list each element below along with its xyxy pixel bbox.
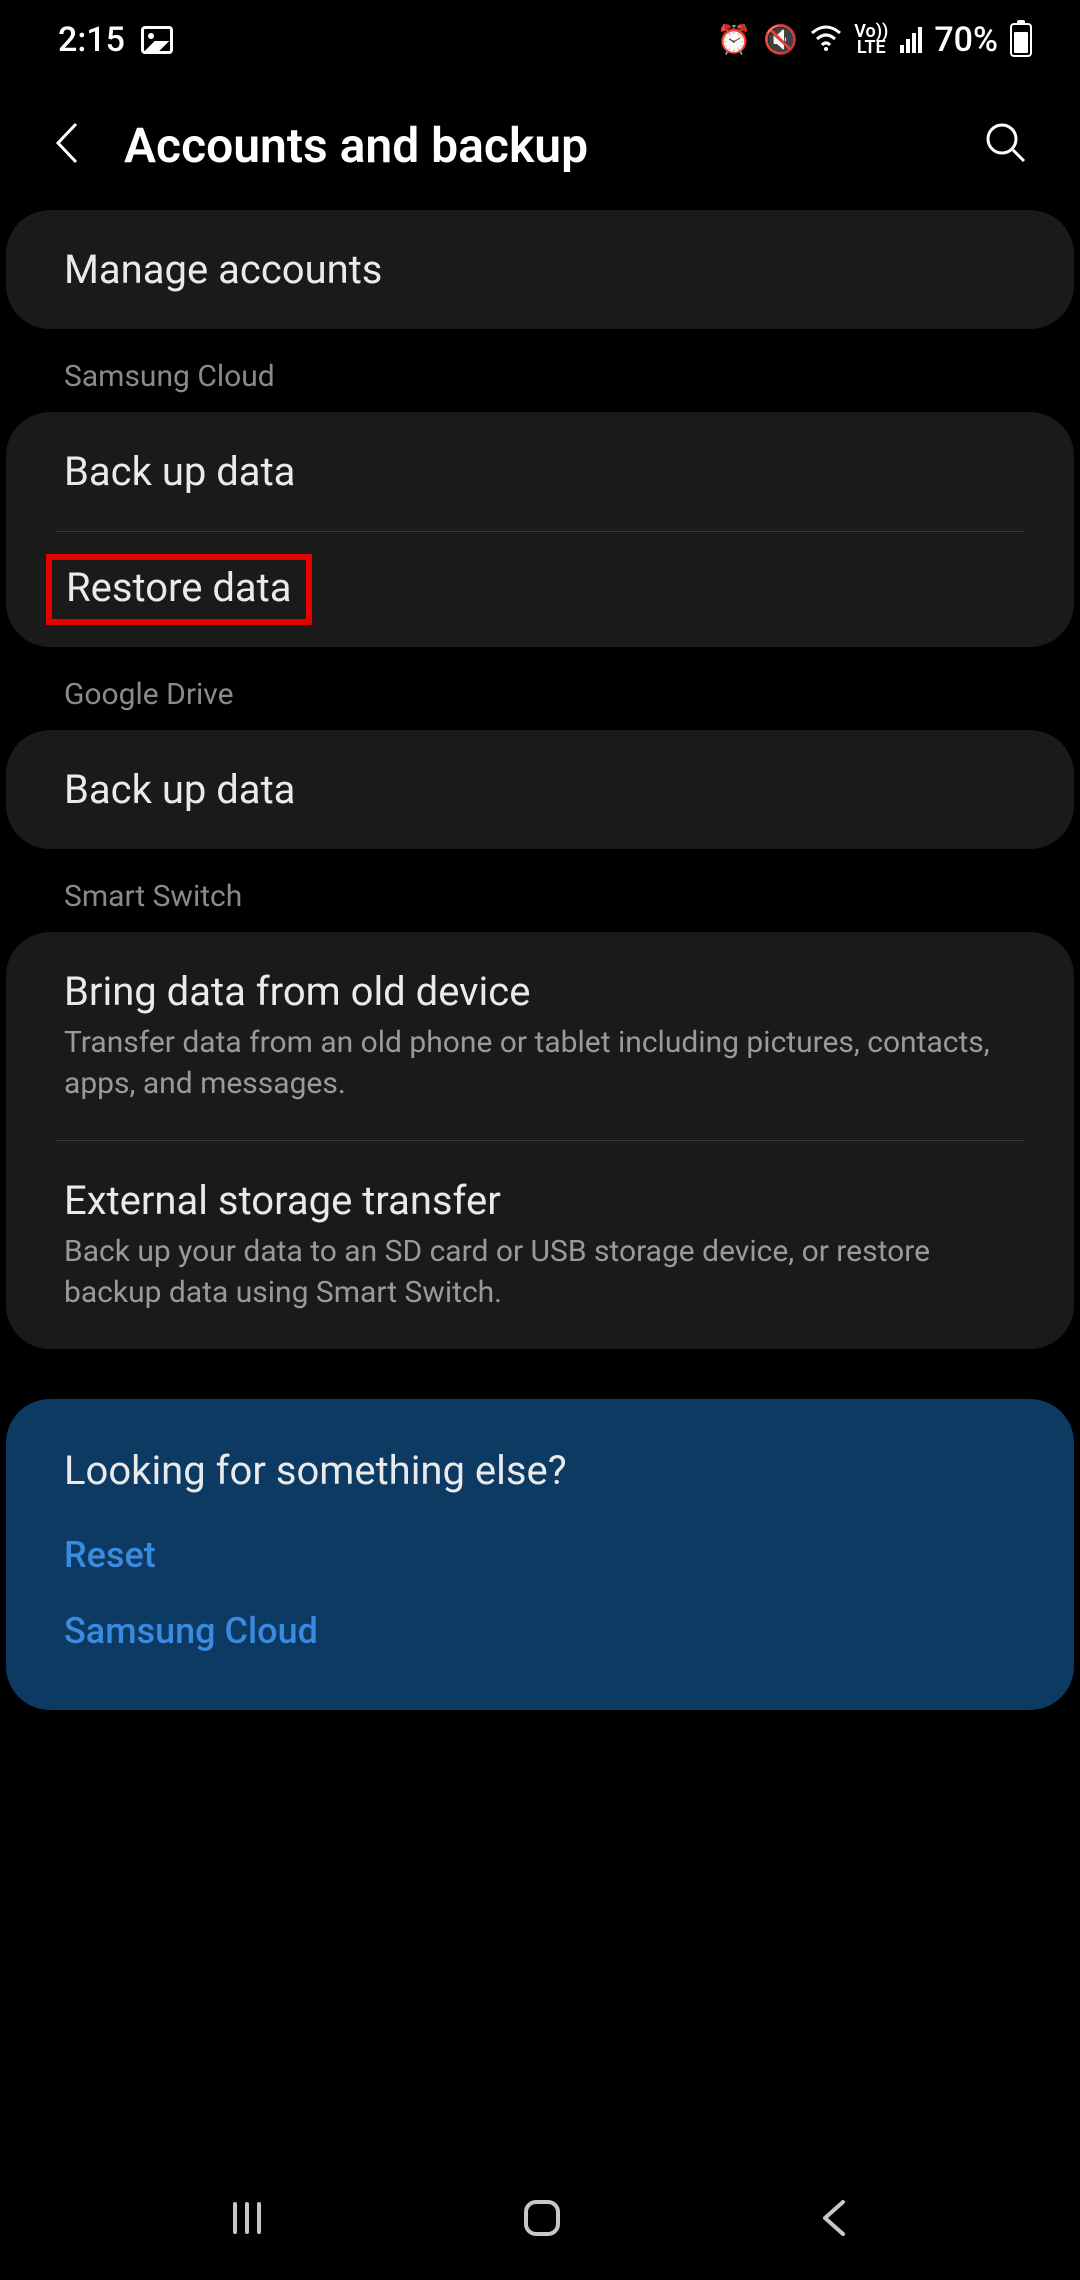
- back-icon[interactable]: [50, 118, 84, 172]
- clock: 2:15: [58, 20, 125, 60]
- samsung-cloud-section-label: Samsung Cloud: [6, 329, 1074, 412]
- alarm-icon: ⏰: [716, 26, 751, 54]
- recents-button[interactable]: [225, 2196, 269, 2244]
- samsung-restore-item[interactable]: Restore data: [6, 532, 1074, 647]
- picture-icon: [141, 26, 173, 54]
- back-button[interactable]: [815, 2196, 855, 2244]
- bring-data-title: Bring data from old device: [64, 968, 1016, 1015]
- samsung-cloud-link[interactable]: Samsung Cloud: [64, 1610, 1016, 1652]
- wifi-icon: [810, 25, 842, 56]
- smart-switch-section-label: Smart Switch: [6, 849, 1074, 932]
- looking-for-title: Looking for something else?: [64, 1447, 1016, 1494]
- looking-for-card: Looking for something else? Reset Samsun…: [6, 1399, 1074, 1710]
- external-storage-subtitle: Back up your data to an SD card or USB s…: [64, 1232, 1016, 1313]
- google-backup-label: Back up data: [64, 766, 1016, 813]
- google-backup-item[interactable]: Back up data: [6, 730, 1074, 849]
- external-storage-title: External storage transfer: [64, 1177, 1016, 1224]
- accounts-card: Manage accounts: [6, 210, 1074, 329]
- search-icon[interactable]: [982, 119, 1030, 171]
- smart-switch-card: Bring data from old device Transfer data…: [6, 932, 1074, 1349]
- battery-icon: [1010, 23, 1032, 57]
- bring-data-item[interactable]: Bring data from old device Transfer data…: [6, 932, 1074, 1140]
- app-header: Accounts and backup: [0, 80, 1080, 210]
- mute-vibrate-icon: 🔇: [763, 26, 798, 54]
- signal-icon: [900, 27, 922, 53]
- samsung-cloud-card: Back up data Restore data: [6, 412, 1074, 647]
- volte-icon: Vo))LTE: [854, 24, 888, 56]
- samsung-restore-label: Restore data: [66, 564, 292, 611]
- samsung-backup-label: Back up data: [64, 448, 1016, 495]
- samsung-backup-item[interactable]: Back up data: [6, 412, 1074, 531]
- manage-accounts-item[interactable]: Manage accounts: [6, 210, 1074, 329]
- manage-accounts-label: Manage accounts: [64, 246, 1016, 293]
- google-drive-section-label: Google Drive: [6, 647, 1074, 730]
- google-drive-card: Back up data: [6, 730, 1074, 849]
- external-storage-item[interactable]: External storage transfer Back up your d…: [6, 1141, 1074, 1349]
- page-title: Accounts and backup: [124, 117, 942, 174]
- reset-link[interactable]: Reset: [64, 1534, 1016, 1576]
- restore-highlight: Restore data: [46, 554, 312, 625]
- navigation-bar: [0, 2160, 1080, 2280]
- home-button[interactable]: [518, 2194, 566, 2246]
- status-bar: 2:15 ⏰ 🔇 Vo))LTE 70%: [0, 0, 1080, 80]
- bring-data-subtitle: Transfer data from an old phone or table…: [64, 1023, 1016, 1104]
- battery-percent: 70%: [934, 20, 998, 60]
